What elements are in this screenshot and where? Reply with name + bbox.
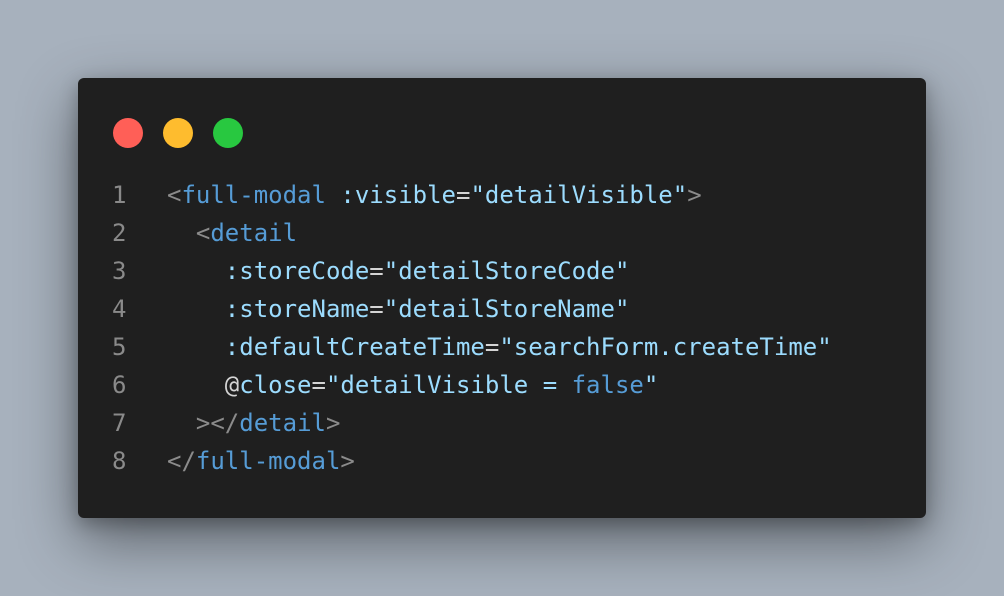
code-line-content: ></detail> xyxy=(167,404,341,442)
line-number: 4 xyxy=(112,295,127,323)
code-token: full-modal xyxy=(181,181,326,209)
code-token: = xyxy=(369,257,384,285)
line-number: 2 xyxy=(112,219,127,247)
code-line: 3 :storeCode="detailStoreCode" xyxy=(78,252,926,290)
line-number: 3 xyxy=(112,257,127,285)
code-token: "detailVisible" xyxy=(470,181,688,209)
code-line-content: :storeName="detailStoreName" xyxy=(167,290,630,328)
code-line-content: <detail xyxy=(167,214,297,252)
line-number: 8 xyxy=(112,447,127,475)
code-line: 1 <full-modal :visible="detailVisible"> xyxy=(78,176,926,214)
code-line-content: </full-modal> xyxy=(167,442,355,480)
code-token: = xyxy=(484,333,500,361)
close-dot-icon[interactable] xyxy=(113,118,143,148)
code-line-content: @close="detailVisible = false" xyxy=(167,366,659,404)
line-number: 7 xyxy=(112,409,127,437)
line-number: 6 xyxy=(112,371,127,399)
code-token: detail xyxy=(210,219,298,247)
minimize-dot-icon[interactable] xyxy=(163,118,193,148)
code-window: 1 <full-modal :visible="detailVisible"> 2 … xyxy=(78,78,926,518)
window-controls xyxy=(113,118,243,148)
code-token: < xyxy=(167,181,182,209)
code-token: detail xyxy=(239,409,326,437)
code-token: " xyxy=(643,371,659,399)
code-token: > xyxy=(687,181,702,209)
code-token: close xyxy=(239,371,312,399)
code-token: "detailStoreName" xyxy=(383,295,630,323)
line-number: 5 xyxy=(112,333,127,361)
code-block: 1 <full-modal :visible="detailVisible"> 2 … xyxy=(78,176,926,480)
code-line-content: :storeCode="detailStoreCode" xyxy=(167,252,630,290)
maximize-dot-icon[interactable] xyxy=(213,118,243,148)
code-line: 7 ></detail> xyxy=(78,404,926,442)
code-token: = xyxy=(369,295,384,323)
code-line: 6 @close="detailVisible = false" xyxy=(78,366,926,404)
code-token: </ xyxy=(167,447,196,475)
code-line: 8 </full-modal> xyxy=(78,442,926,480)
code-token: @ xyxy=(224,371,240,399)
code-token: > xyxy=(340,447,355,475)
code-token: "detailVisible = xyxy=(325,371,572,399)
code-token: "searchForm.createTime" xyxy=(499,333,832,361)
code-token: false xyxy=(571,371,644,399)
code-token: < xyxy=(195,219,211,247)
code-line: 2 <detail xyxy=(78,214,926,252)
code-token: = xyxy=(456,181,471,209)
code-line: 4 :storeName="detailStoreName" xyxy=(78,290,926,328)
code-token: = xyxy=(311,371,326,399)
code-token: :storeCode xyxy=(224,257,370,285)
code-line-content: <full-modal :visible="detailVisible"> xyxy=(167,176,702,214)
code-token: > xyxy=(325,409,341,437)
code-token: :visible xyxy=(340,181,456,209)
code-line: 5 :defaultCreateTime="searchForm.createT… xyxy=(78,328,926,366)
code-token: ></ xyxy=(195,409,240,437)
code-token: :storeName xyxy=(224,295,370,323)
code-token: full-modal xyxy=(195,447,341,475)
code-line-content: :defaultCreateTime="searchForm.createTim… xyxy=(167,328,832,366)
line-number: 1 xyxy=(112,181,127,209)
code-token: :defaultCreateTime xyxy=(224,333,485,361)
code-token: "detailStoreCode" xyxy=(383,257,630,285)
